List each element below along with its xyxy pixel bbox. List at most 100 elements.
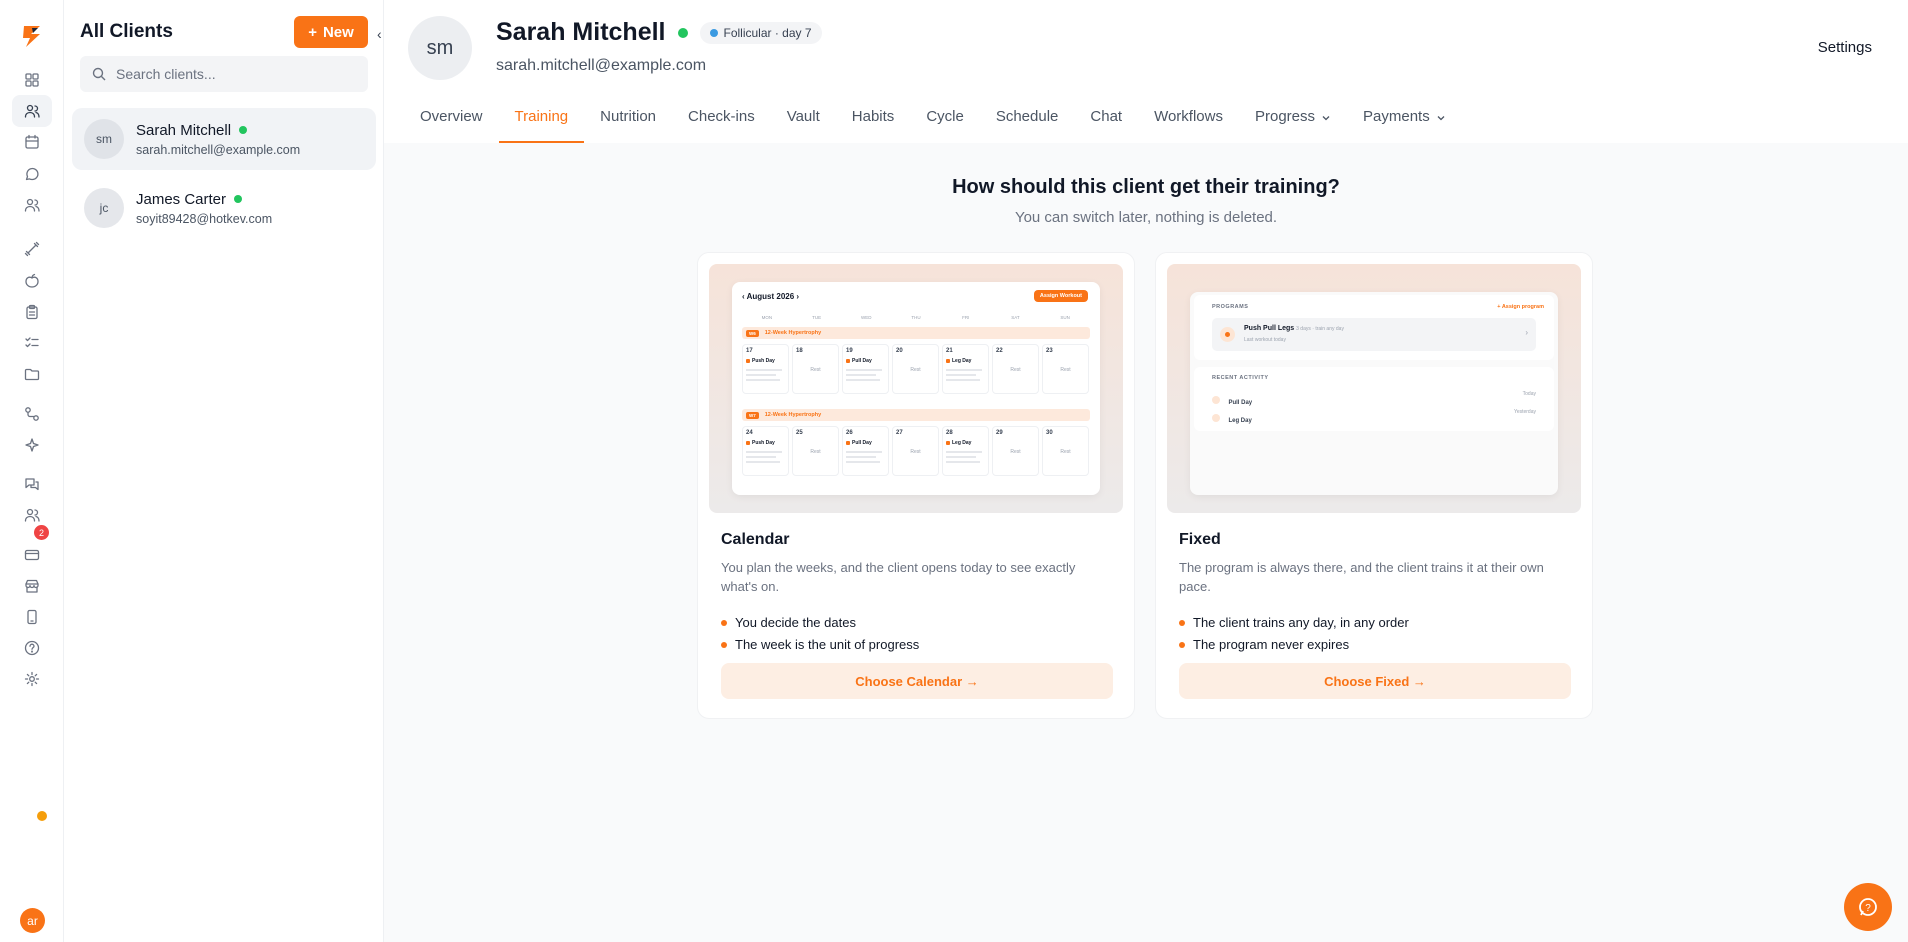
help-icon — [24, 640, 40, 656]
client-name: James Carter — [136, 190, 227, 208]
day-number: 21 — [946, 348, 953, 354]
day-number: 18 — [796, 348, 803, 354]
client-name: Sarah Mitchell — [136, 121, 232, 139]
day-number: 26 — [846, 430, 853, 436]
tab-label: Chat — [1090, 108, 1123, 125]
community-icon — [24, 508, 40, 522]
rail-mobile-button[interactable] — [12, 601, 52, 633]
tab-chat[interactable]: Chat — [1074, 104, 1138, 143]
weekday-label: THU — [911, 315, 921, 320]
panel-title: All Clients — [80, 21, 173, 42]
calendar-preview: ‹ August 2026 › Assign Workout MON TUE WED… — [709, 264, 1123, 513]
calendar-month: ‹ August 2026 › — [742, 292, 800, 301]
rail-team-button[interactable] — [12, 189, 52, 221]
search-input[interactable] — [116, 66, 356, 82]
fixed-option-card[interactable]: PROGRAMS + Assign program Push Pull Legs… — [1155, 252, 1593, 719]
fixed-bullet: The program never expires — [1179, 637, 1349, 652]
workout-label: Pull Day — [846, 440, 872, 446]
clipboard-icon — [26, 304, 38, 320]
rail-checklist-button[interactable] — [12, 327, 52, 359]
tab-vault[interactable]: Vault — [771, 104, 836, 143]
user-avatar[interactable]: ar — [20, 908, 45, 933]
tab-habits[interactable]: Habits — [836, 104, 911, 143]
rail-dashboard-button[interactable] — [12, 64, 52, 96]
program-meta: 3 days · train any day — [1296, 326, 1344, 332]
weekday-label: MON — [761, 315, 773, 320]
rail-folder-button[interactable] — [12, 358, 52, 390]
rail-clients-button[interactable] — [12, 95, 52, 127]
client-email: soyit89428@hotkev.com — [136, 211, 273, 226]
settings-link[interactable]: Settings — [1818, 39, 1872, 56]
tab-payments[interactable]: Payments — [1347, 104, 1462, 143]
rest-label: Rest — [1060, 449, 1071, 455]
weekday-label: FRI — [962, 315, 970, 320]
team-icon — [24, 198, 40, 212]
rail-billing-button[interactable] — [12, 539, 52, 571]
rail-calendar-button[interactable] — [12, 126, 52, 158]
program-week-band: W6 12-Week Hypertrophy — [742, 327, 1090, 339]
rail-workflow-button[interactable] — [12, 398, 52, 430]
phase-dot — [709, 28, 718, 37]
new-client-button[interactable]: + New — [294, 16, 368, 48]
rail-chat-button[interactable] — [12, 468, 52, 500]
help-chat-button[interactable]: ? — [1844, 883, 1892, 931]
tab-label: Progress — [1254, 108, 1316, 125]
chevron-down-icon — [1436, 108, 1446, 127]
rail-sparkle-button[interactable] — [12, 429, 52, 461]
client-item-sarah-mitchell[interactable]: sm Sarah Mitchell sarah.mitchell@example… — [72, 108, 376, 170]
rail-nutrition-button[interactable] — [12, 265, 52, 297]
workout-label: Pull Day — [846, 358, 872, 364]
tab-cycle[interactable]: Cycle — [910, 104, 980, 143]
online-indicator — [234, 195, 243, 203]
training-question-title: How should this client get their trainin… — [952, 176, 1340, 198]
weekday-label: SAT — [1011, 315, 1020, 320]
rest-label: Rest — [1010, 367, 1021, 373]
workout-label: Leg Day — [946, 440, 971, 446]
checklist-icon — [25, 337, 39, 348]
fixed-bullet: The client trains any day, in any order — [1179, 615, 1409, 630]
store-icon — [25, 579, 39, 593]
choose-calendar-button[interactable]: Choose Calendar → — [721, 663, 1113, 699]
day-number: 25 — [796, 430, 803, 436]
rail-settings-button[interactable] — [12, 663, 52, 695]
weekday-label: SUN — [1060, 315, 1070, 320]
tab-nutrition[interactable]: Nutrition — [584, 104, 672, 143]
recent-activity-label: RECENT ACTIVITY — [1212, 375, 1269, 381]
calendar-day-cell: 21 Leg Day — [942, 344, 989, 394]
rail-dumbbell-button[interactable] — [12, 233, 52, 265]
tab-overview[interactable]: Overview — [404, 104, 499, 143]
weekday-label: TUE — [812, 315, 822, 320]
tab-schedule[interactable]: Schedule — [980, 104, 1075, 143]
rail-messages-button[interactable] — [12, 158, 52, 190]
tab-check-ins[interactable]: Check-ins — [672, 104, 771, 143]
tab-progress[interactable]: Progress — [1239, 104, 1347, 143]
rest-label: Rest — [1060, 367, 1071, 373]
rail-store-button[interactable] — [12, 570, 52, 602]
online-indicator — [677, 27, 688, 38]
tab-label: Check-ins — [688, 108, 755, 125]
search-icon — [92, 67, 106, 81]
client-email: sarah.mitchell@example.com — [136, 142, 301, 157]
fixed-card-description: The program is always there, and the cli… — [1179, 560, 1544, 594]
client-avatar-large: sm — [408, 16, 472, 80]
tab-workflows[interactable]: Workflows — [1138, 104, 1239, 143]
dumbbell-icon — [24, 241, 40, 257]
workout-label: Push Day — [746, 440, 775, 446]
day-number: 22 — [996, 348, 1003, 354]
rail-help-button[interactable] — [12, 632, 52, 664]
calendar-day-cell: 19 Pull Day — [842, 344, 889, 394]
app-logo[interactable] — [18, 22, 46, 50]
choose-fixed-button[interactable]: Choose Fixed → — [1179, 663, 1571, 699]
week-tag: W7 — [746, 411, 759, 419]
workout-label: Leg Day — [946, 358, 971, 364]
nutrition-icon — [25, 273, 39, 288]
messages-icon — [25, 167, 39, 181]
calendar-option-card[interactable]: ‹ August 2026 › Assign Workout MON TUE WED… — [697, 252, 1135, 719]
tab-training[interactable]: Training — [498, 104, 585, 143]
rail-clipboard-button[interactable] — [12, 296, 52, 328]
tab-label: Payments — [1363, 108, 1430, 125]
tab-label: Nutrition — [600, 108, 657, 125]
client-item-james-carter[interactable]: jc James Carter soyit89428@hotkev.com — [72, 177, 376, 239]
calendar-icon — [25, 134, 39, 149]
collapse-panel-icon[interactable]: ‹ — [377, 26, 382, 42]
